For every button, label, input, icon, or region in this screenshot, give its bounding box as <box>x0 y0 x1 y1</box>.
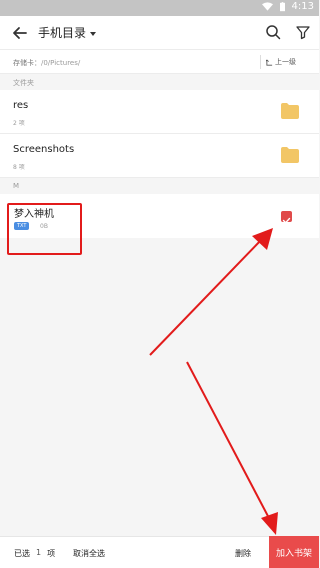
file-name: 梦入神机 <box>14 209 54 220</box>
filter-icon[interactable] <box>295 24 311 40</box>
folder-item-count: 2 项 <box>13 120 25 127</box>
wifi-icon <box>261 1 273 11</box>
folder-icon <box>281 103 299 119</box>
divider <box>260 55 261 69</box>
folder-item-count: 8 项 <box>13 164 25 171</box>
folder-name: res <box>13 100 29 111</box>
add-to-shelf-button[interactable]: 加入书架 <box>269 536 319 568</box>
page-title: 手机目录 <box>38 26 87 40</box>
go-up-label: 上一级 <box>275 58 296 66</box>
bottom-action-bar: 已选 1 项 取消全选 删除 加入书架 <box>0 536 319 568</box>
search-icon[interactable] <box>265 24 281 40</box>
directory-title-dropdown[interactable]: 手机目录 <box>38 24 97 41</box>
selection-count: 已选 1 项 <box>14 548 55 559</box>
deselect-all-button[interactable]: 取消全选 <box>73 548 105 559</box>
file-checkbox[interactable] <box>281 211 292 224</box>
checkmark-icon <box>282 217 291 224</box>
go-up-button[interactable]: 上一级 <box>266 57 296 67</box>
status-bar: 4:13 <box>0 0 319 16</box>
current-path: /0/Pictures/ <box>41 59 81 67</box>
delete-button[interactable]: 删除 <box>235 548 251 559</box>
back-arrow-icon[interactable] <box>10 23 30 43</box>
status-time: 4:13 <box>291 1 314 12</box>
folder-name: Screenshots <box>13 144 75 155</box>
path-bar: 存储卡：/0/Pictures/ 上一级 <box>0 50 319 74</box>
up-level-icon <box>266 59 273 66</box>
selected-suffix: 项 <box>47 549 56 558</box>
list-item-file[interactable]: 梦入神机 TXT 0B <box>0 194 319 238</box>
chevron-down-icon <box>90 31 97 36</box>
annotation-arrow-to-checkbox <box>149 228 273 356</box>
selected-prefix: 已选 <box>14 549 30 558</box>
list-item-folder[interactable]: res 2 项 <box>0 90 319 134</box>
app-bar: 手机目录 <box>0 16 319 50</box>
folder-icon <box>281 147 299 163</box>
section-header-m: M <box>13 182 20 190</box>
file-type-badge: TXT <box>14 222 30 230</box>
breadcrumb: 存储卡：/0/Pictures/ <box>13 58 80 68</box>
annotation-arrow-to-add-button <box>186 361 278 535</box>
file-size: 0B <box>40 223 48 230</box>
selected-number: 1 <box>36 548 42 557</box>
battery-icon <box>279 1 285 11</box>
storage-label: 存储卡： <box>13 59 41 67</box>
section-header-folders: 文件夹 <box>13 79 34 87</box>
list-item-folder[interactable]: Screenshots 8 项 <box>0 134 319 178</box>
